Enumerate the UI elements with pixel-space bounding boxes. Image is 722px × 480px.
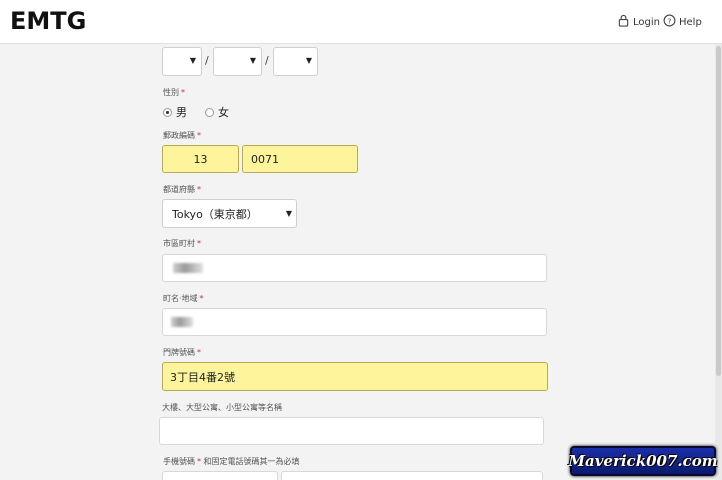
town-input[interactable] [162, 308, 547, 336]
radio-checked-icon [163, 107, 172, 117]
lock-icon [617, 14, 630, 30]
gender-option-male[interactable]: 男 [163, 104, 187, 120]
chevron-down-icon: ▼ [189, 56, 196, 65]
birth-day-select[interactable]: ▼ [273, 47, 318, 76]
login-link[interactable]: Login [617, 14, 660, 30]
prefecture-label: 都道府縣 * [163, 185, 201, 194]
town-label: 町名·地域 * [163, 294, 204, 303]
login-label: Login [633, 16, 660, 28]
date-separator: / [265, 54, 269, 67]
phone-label: 手機號碼 * 和固定電話號碼其一為必填 [163, 457, 300, 466]
phone-area-input[interactable] [162, 471, 278, 480]
postal-label: 郵政編碼 * [163, 131, 201, 140]
gender-option-female[interactable]: 女 [205, 104, 229, 120]
gender-option-label: 男 [176, 106, 187, 119]
phone-number-input[interactable] [281, 471, 543, 480]
help-link[interactable]: ? Help [663, 14, 702, 30]
address-number-label: 門牌號碼 * [163, 348, 201, 357]
postal-code-part1-input[interactable]: 13 [162, 145, 239, 173]
watermark-badge: Maverick007.com [568, 446, 718, 476]
redacted-value [171, 317, 193, 327]
building-label: 大樓、大型公寓、小型公寓等名稱 [162, 403, 282, 412]
birth-year-select[interactable]: ▼ [162, 47, 202, 76]
postal-code-part2-input[interactable]: 0071 [242, 145, 358, 173]
prefecture-select[interactable]: Tokyo（東京都） ▼ [162, 199, 297, 228]
radio-unchecked-icon [205, 107, 214, 117]
svg-text:?: ? [668, 16, 672, 25]
chevron-down-icon: ▼ [285, 209, 292, 218]
chevron-down-icon: ▼ [305, 56, 312, 65]
building-input[interactable] [159, 417, 544, 445]
city-label: 市區町村 * [163, 239, 201, 248]
top-header: EMTG Login ? Help [0, 0, 722, 44]
help-icon: ? [663, 14, 676, 30]
scrollbar-thumb[interactable] [716, 46, 721, 376]
city-input[interactable] [162, 254, 547, 282]
date-separator: / [205, 54, 209, 67]
gender-label: 性別 * [163, 88, 185, 97]
gender-option-label: 女 [218, 106, 229, 119]
address-number-input[interactable]: 3丁目4番2號 [162, 362, 548, 391]
help-label: Help [679, 16, 702, 28]
emtg-logo[interactable]: EMTG [10, 7, 86, 35]
redacted-value [173, 263, 203, 273]
birth-month-select[interactable]: ▼ [213, 47, 262, 76]
chevron-down-icon: ▼ [249, 56, 256, 65]
